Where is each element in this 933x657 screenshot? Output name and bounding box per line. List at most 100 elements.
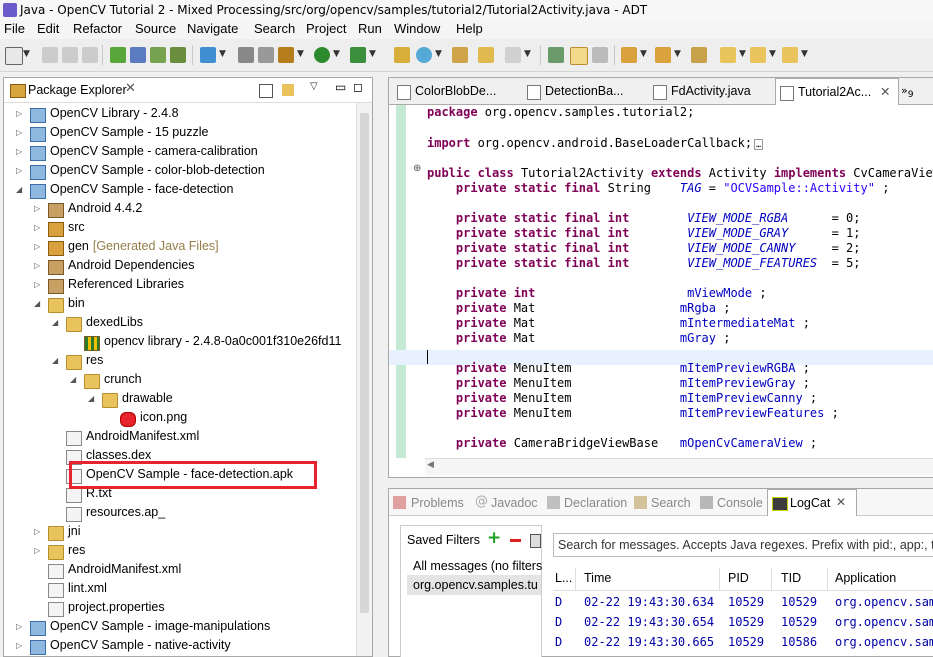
expanded-twisty-icon[interactable]: ◢ (34, 299, 40, 308)
tree-item[interactable]: ▷ OpenCV Sample - camera-calibration (4, 143, 356, 162)
column-level[interactable]: L... (555, 571, 572, 585)
collapse-all-icon[interactable] (259, 84, 273, 98)
lint-icon[interactable] (150, 47, 166, 63)
close-icon[interactable]: ✕ (836, 495, 846, 509)
tree-item[interactable]: ▷ OpenCV Sample - 15 puzzle (4, 124, 356, 143)
chevron-down-icon[interactable]: ▼ (524, 49, 531, 59)
new-icon[interactable] (5, 47, 23, 65)
tree-scrollbar[interactable] (356, 103, 372, 656)
tree-item[interactable]: ▷ OpenCV Sample - native-activity (4, 637, 356, 656)
column-pid[interactable]: PID (728, 571, 749, 585)
menu-edit[interactable]: Edit (37, 21, 59, 36)
mark-icon[interactable] (258, 47, 274, 63)
editor-tab-fdactivity[interactable]: FdActivity.java (649, 78, 775, 104)
filter-all-messages[interactable]: All messages (no filters (413, 559, 542, 573)
chevron-down-icon[interactable]: ▼ (369, 49, 376, 59)
expanded-twisty-icon[interactable]: ◢ (88, 394, 94, 403)
collapsed-twisty-icon[interactable]: ▷ (16, 109, 22, 118)
editor-tab-colorblob[interactable]: ColorBlobDe... (393, 78, 523, 104)
collapsed-twisty-icon[interactable]: ▷ (34, 280, 40, 289)
tree-item[interactable]: opencv library - 2.4.8-0a0c001f310e26fd1… (4, 333, 356, 352)
open-type-icon[interactable] (452, 47, 468, 63)
menu-refactor[interactable]: Refactor (73, 21, 122, 36)
folded-region-marker[interactable]: … (754, 139, 763, 150)
tab-overflow[interactable]: »9 (901, 84, 914, 100)
tree-item[interactable]: ▷ Referenced Libraries (4, 276, 356, 295)
expanded-twisty-icon[interactable]: ◢ (70, 375, 76, 384)
back-arrow-icon[interactable] (750, 47, 766, 63)
tree-item[interactable]: ◢ res (4, 352, 356, 371)
collapsed-twisty-icon[interactable]: ▷ (34, 527, 40, 536)
tree-item[interactable]: ▷ gen [Generated Java Files] (4, 238, 356, 257)
tree-item[interactable]: lint.xml (4, 580, 356, 599)
collapsed-twisty-icon[interactable]: ▷ (34, 242, 40, 251)
remove-filter-icon[interactable] (510, 539, 521, 542)
tab-search[interactable]: Search (651, 496, 691, 510)
chevron-down-icon[interactable]: ▼ (801, 49, 808, 59)
chevron-down-icon[interactable]: ▼ (23, 49, 30, 59)
new-java-package-icon[interactable] (394, 47, 410, 63)
tree-item[interactable]: ◢ dexedLibs (4, 314, 356, 333)
new-java-class-icon[interactable] (416, 47, 432, 63)
tab-declaration[interactable]: Declaration (564, 496, 627, 510)
toggle-ant-icon[interactable] (548, 47, 564, 63)
package-explorer-tab[interactable]: Package Explorer ✕ ▽ ▭ ◻ (4, 78, 372, 103)
chevron-down-icon[interactable]: ▼ (769, 49, 776, 59)
bug-icon[interactable] (278, 47, 294, 63)
save-all-icon[interactable] (62, 47, 78, 63)
forward-arrow-icon[interactable] (782, 47, 798, 63)
editor-tab-detectionbase[interactable]: DetectionBa... (523, 78, 648, 104)
next-annotation-icon[interactable] (621, 47, 637, 63)
view-menu-icon[interactable]: ▽ (310, 81, 318, 92)
tree-item[interactable]: ◢ OpenCV Sample - face-detection (4, 181, 356, 200)
tree-item[interactable]: ▷ res (4, 542, 356, 561)
minimize-icon[interactable]: ▭ (335, 80, 346, 94)
menu-project[interactable]: Project (306, 21, 346, 36)
tree-item[interactable]: icon.png (4, 409, 356, 428)
chevron-down-icon[interactable]: ▼ (674, 49, 681, 59)
filter-selected-row[interactable]: org.opencv.samples.tu (407, 575, 541, 595)
logcat-search-field[interactable]: Search for messages. Accepts Java regexe… (553, 533, 933, 557)
tree-item[interactable]: AndroidManifest.xml (4, 561, 356, 580)
tree-item[interactable]: ▷ jni (4, 523, 356, 542)
chevron-down-icon[interactable]: ▼ (219, 49, 226, 59)
collapsed-twisty-icon[interactable]: ▷ (16, 641, 22, 650)
tab-javadoc[interactable]: Javadoc (491, 496, 538, 510)
chevron-down-icon[interactable]: ▼ (435, 49, 442, 59)
last-edit-location-icon[interactable] (691, 47, 707, 63)
column-application[interactable]: Application (835, 571, 896, 585)
collapsed-twisty-icon[interactable]: ▷ (34, 261, 40, 270)
tree-item[interactable]: AndroidManifest.xml (4, 428, 356, 447)
print-icon[interactable] (82, 47, 98, 63)
save-icon[interactable] (42, 47, 58, 63)
search-icon[interactable] (505, 47, 521, 63)
logcat-row[interactable]: D 02-22 19:43:30.654 10529 10529 org.opencv.… (553, 613, 933, 633)
add-filter-icon[interactable]: + (487, 528, 501, 548)
code-area[interactable]: ⊕ package org.opencv.samples.tutorial2; i… (389, 105, 933, 458)
show-whitespace-icon[interactable] (592, 47, 608, 63)
android-project-icon[interactable] (170, 47, 186, 63)
tree-scrollbar-thumb[interactable] (360, 113, 369, 613)
expanded-twisty-icon[interactable]: ◢ (16, 185, 22, 194)
menu-navigate[interactable]: Navigate (187, 21, 238, 36)
scroll-left-icon[interactable]: ◀ (427, 460, 434, 470)
tree-item[interactable]: ▷ OpenCV Sample - color-blob-detection (4, 162, 356, 181)
collapsed-twisty-icon[interactable]: ▷ (16, 147, 22, 156)
tree-item[interactable]: project.properties (4, 599, 356, 618)
tree-item[interactable]: ▷ OpenCV Sample - image-manipulations (4, 618, 356, 637)
close-icon[interactable]: ✕ (125, 81, 136, 96)
logcat-row[interactable]: D 02-22 19:43:30.665 10529 10586 org.opencv.… (553, 633, 933, 653)
collapsed-twisty-icon[interactable]: ▷ (34, 223, 40, 232)
chevron-down-icon[interactable]: ▼ (739, 49, 746, 59)
tree-item[interactable]: ▷ src (4, 219, 356, 238)
menu-run[interactable]: Run (358, 21, 382, 36)
column-time[interactable]: Time (584, 571, 611, 585)
tab-logcat-active[interactable]: LogCat ✕ (767, 489, 857, 516)
task-icon[interactable] (238, 47, 254, 63)
close-icon[interactable]: ✕ (880, 84, 890, 99)
checkbox-icon[interactable] (200, 47, 216, 63)
edit-filter-icon[interactable] (530, 534, 541, 548)
menu-source[interactable]: Source (135, 21, 176, 36)
tab-console[interactable]: Console (717, 496, 763, 510)
chevron-down-icon[interactable]: ▼ (333, 49, 340, 59)
